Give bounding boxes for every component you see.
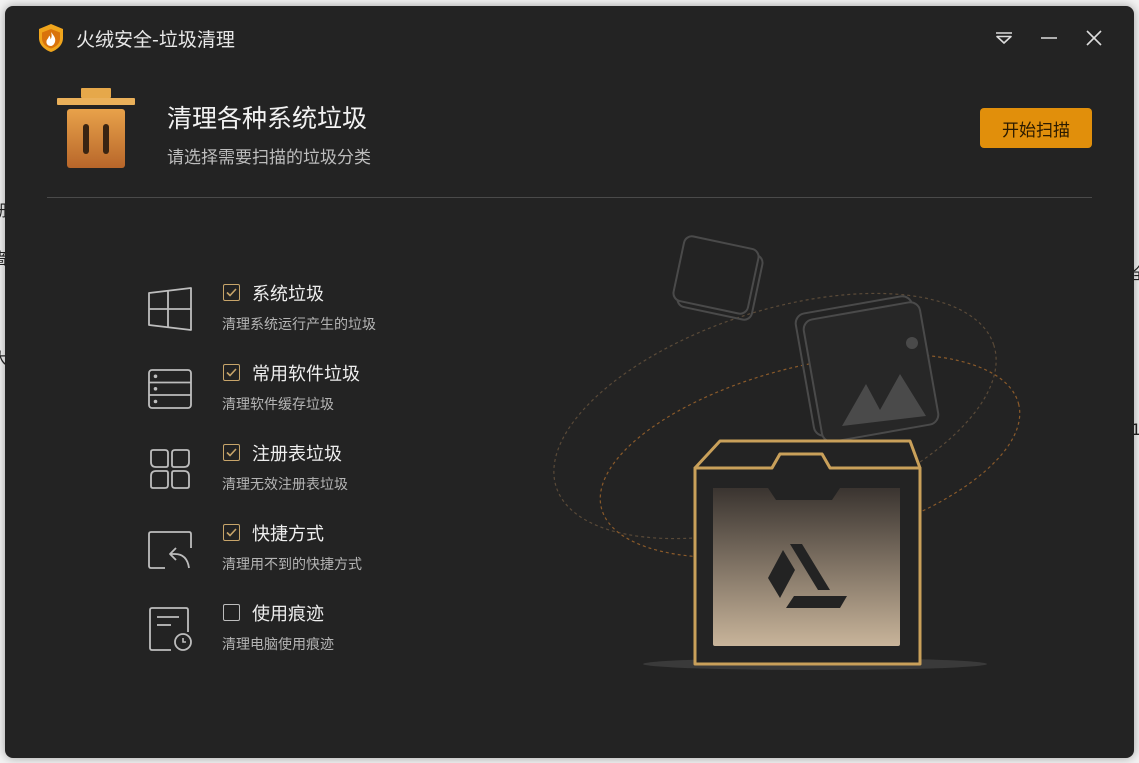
checkmark-icon — [226, 448, 237, 457]
page-title: 清理各种系统垃圾 — [167, 104, 368, 133]
app-title: 火绒安全-垃圾清理 — [76, 29, 235, 51]
software-list-icon — [148, 369, 192, 409]
windows-icon — [148, 287, 192, 331]
header: 清理各种系统垃圾 请选择需要扫描的垃圾分类 开始扫描 — [5, 70, 1134, 198]
category-label[interactable]: 使用痕迹 — [252, 600, 324, 626]
checkmark-icon — [226, 288, 237, 297]
close-button[interactable] — [1080, 24, 1108, 52]
menu-button[interactable] — [990, 24, 1018, 52]
category-label[interactable]: 系统垃圾 — [252, 280, 324, 306]
software-junk-checkbox[interactable] — [223, 364, 240, 381]
trash-can-icon — [57, 88, 135, 168]
start-scan-button[interactable]: 开始扫描 — [980, 108, 1092, 148]
category-description: 清理无效注册表垃圾 — [222, 477, 348, 493]
checkmark-icon — [226, 368, 237, 377]
category-label[interactable]: 快捷方式 — [252, 520, 324, 546]
close-icon — [1086, 30, 1102, 46]
registry-icon — [150, 449, 190, 489]
floating-card-icon — [672, 235, 764, 321]
system-junk-checkbox[interactable] — [223, 284, 240, 301]
usage-trace-icon — [149, 607, 192, 651]
category-usage-traces: 使用痕迹 清理电脑使用痕迹 — [5, 602, 525, 674]
category-label[interactable]: 常用软件垃圾 — [252, 360, 360, 386]
category-description: 清理软件缓存垃圾 — [222, 397, 334, 413]
category-shortcuts: 快捷方式 清理用不到的快捷方式 — [5, 522, 525, 594]
cleanup-window: 火绒安全-垃圾清理 清理各种系统垃圾 请选择需要扫描的垃圾分类 开始扫描 系统垃… — [5, 6, 1134, 758]
huorong-logo-icon — [39, 24, 63, 52]
minimize-button[interactable] — [1035, 24, 1063, 52]
category-system-junk: 系统垃圾 清理系统运行产生的垃圾 — [5, 282, 525, 354]
title-bar: 火绒安全-垃圾清理 — [5, 6, 1134, 70]
page-subtitle: 请选择需要扫描的垃圾分类 — [167, 148, 371, 168]
category-description: 清理系统运行产生的垃圾 — [222, 317, 376, 333]
category-label[interactable]: 注册表垃圾 — [252, 440, 342, 466]
shortcut-icon — [148, 531, 192, 569]
checkmark-icon — [226, 528, 237, 537]
minimize-icon — [1041, 37, 1057, 39]
category-registry-junk: 注册表垃圾 清理无效注册表垃圾 — [5, 442, 525, 514]
usage-traces-checkbox[interactable] — [223, 604, 240, 621]
category-description: 清理用不到的快捷方式 — [222, 557, 362, 573]
category-description: 清理电脑使用痕迹 — [222, 637, 334, 653]
cleanup-illustration — [553, 235, 1021, 670]
image-card-icon — [794, 295, 940, 443]
divider — [47, 197, 1092, 198]
category-software-junk: 常用软件垃圾 清理软件缓存垃圾 — [5, 362, 525, 434]
menu-icon — [996, 32, 1012, 44]
registry-junk-checkbox[interactable] — [223, 444, 240, 461]
shortcuts-checkbox[interactable] — [223, 524, 240, 541]
storage-box-icon — [693, 439, 922, 666]
